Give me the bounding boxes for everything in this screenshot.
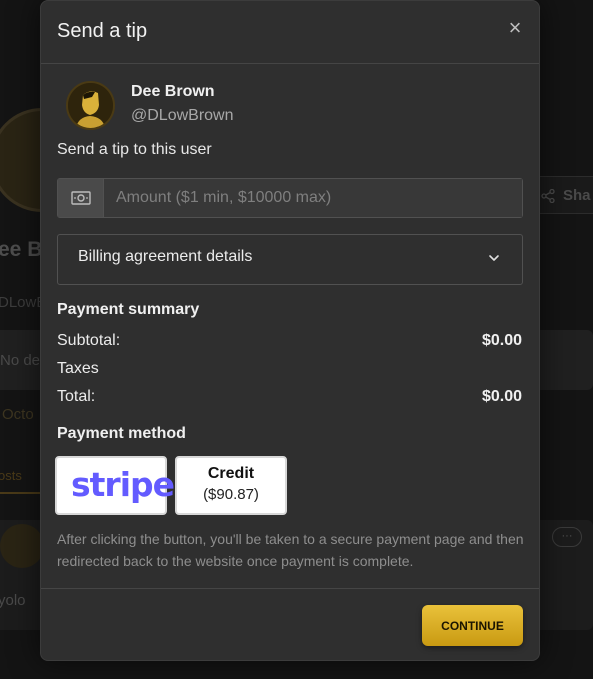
continue-button[interactable]: CONTINUE [422, 605, 523, 646]
payment-note: After clicking the button, you'll be tak… [57, 531, 524, 569]
close-icon[interactable]: × [509, 15, 522, 40]
billing-agreement-label: Billing agreement details [78, 248, 253, 265]
credit-label: Credit [207, 465, 255, 482]
money-icon [70, 191, 91, 205]
subtotal-value: $0.00 [481, 332, 522, 349]
avatar [66, 81, 115, 130]
background-post-text: yolo [0, 592, 26, 609]
payment-method-title: Payment method [57, 425, 186, 442]
modal-footer: CONTINUE [41, 588, 539, 660]
modal-header: Send a tip × [41, 1, 539, 64]
total-label: Total: [57, 388, 96, 405]
total-value: $0.00 [481, 388, 522, 405]
background-description-text: No de [0, 352, 41, 369]
stripe-button[interactable]: stripe [55, 456, 175, 515]
send-tip-modal: Send a tip × Dee Brown @DLowBrown Send a… [40, 0, 540, 661]
amount-addon [58, 179, 104, 217]
stripe-logo: stripe [71, 465, 175, 504]
avatar-image [68, 83, 113, 128]
background-date: Octo [2, 406, 34, 423]
chevron-down-icon [489, 255, 499, 261]
background-posts-tab: osts [0, 468, 22, 483]
credit-button[interactable]: Credit ($90.87) [175, 456, 287, 515]
taxes-label: Taxes [57, 360, 99, 377]
subtotal-label: Subtotal: [57, 332, 121, 349]
user-handle: @DLowBrown [131, 107, 234, 124]
background-profile-name: ee B [0, 238, 43, 261]
background-share-label: Sha [563, 187, 591, 204]
close-button[interactable]: × [507, 15, 523, 40]
background-more-button: ··· [552, 527, 582, 547]
amount-input-group [57, 178, 523, 218]
amount-input[interactable] [104, 179, 522, 217]
share-icon [541, 189, 555, 203]
background-post-avatar [0, 524, 44, 568]
payment-summary-title: Payment summary [57, 301, 200, 318]
credit-balance: ($90.87) [203, 486, 259, 503]
billing-agreement-dropdown[interactable]: Billing agreement details [57, 234, 523, 285]
modal-title: Send a tip [57, 20, 148, 42]
tip-prompt: Send a tip to this user [57, 141, 212, 158]
background-tab-underline [0, 492, 40, 494]
user-name: Dee Brown [131, 83, 215, 100]
